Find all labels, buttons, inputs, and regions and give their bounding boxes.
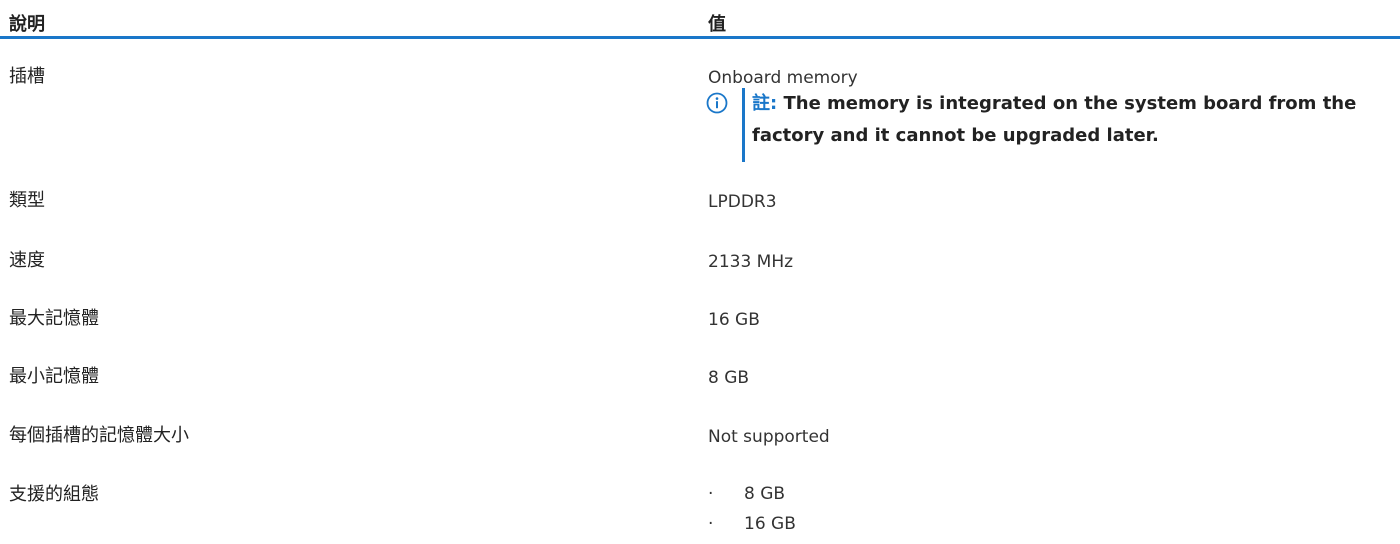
row-label: 插槽 xyxy=(9,66,45,87)
row-value: Onboard memory xyxy=(708,68,858,88)
note-body: The memory is integrated on the system b… xyxy=(752,93,1357,146)
row-value: 2133 MHz xyxy=(708,252,794,272)
row-value: 8 GB xyxy=(708,368,750,388)
note-prefix: 註: xyxy=(752,93,778,114)
row-label: 速度 xyxy=(9,250,45,271)
info-icon xyxy=(706,92,728,114)
bullet: · xyxy=(708,484,714,504)
note-box: 註: The memory is integrated on the syste… xyxy=(706,88,1386,162)
header-description: 說明 xyxy=(9,14,45,35)
note-text: 註: The memory is integrated on the syste… xyxy=(752,88,1392,152)
list-item-text: 8 GB xyxy=(744,484,786,504)
row-label: 最大記憶體 xyxy=(9,308,99,329)
row-value: 16 GB xyxy=(708,310,760,330)
row-label: 最小記憶體 xyxy=(9,366,99,387)
list-item-text: 16 GB xyxy=(744,514,796,534)
row-label: 類型 xyxy=(9,190,45,211)
row-label: 支援的組態 xyxy=(9,484,99,505)
row-value: LPDDR3 xyxy=(708,192,777,212)
bullet: · xyxy=(708,514,714,534)
row-label: 每個插槽的記憶體大小 xyxy=(9,425,189,446)
row-value: Not supported xyxy=(708,427,830,447)
table-header: 說明 值 xyxy=(0,0,1400,39)
note-bar xyxy=(742,88,745,162)
header-value: 值 xyxy=(708,14,726,35)
